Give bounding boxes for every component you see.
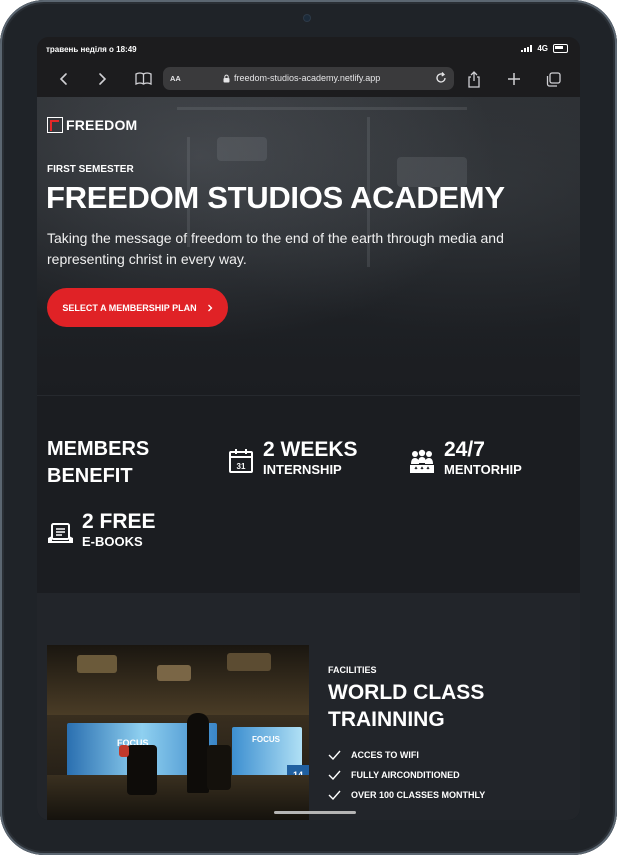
url-display[interactable]: freedom-studios-academy.netlify.app [223,73,380,83]
benefits-heading-line: MEMBERS [47,438,150,460]
front-camera [304,15,310,21]
browser-toolbar: AA freedom-studios-academy.netlify.app [37,61,580,97]
network-label: 4G [537,44,548,53]
benefit-label: INTERNSHIP [263,462,342,477]
battery-icon [553,44,568,53]
address-bar[interactable]: AA freedom-studios-academy.netlify.app [163,67,454,90]
signal-icon [521,45,533,52]
benefit-value: 2 FREE [82,510,156,533]
book-icon[interactable] [132,68,154,90]
benefits-heading-line: BENEFIT [47,465,133,487]
hero-section: FREEDOM FIRST SEMESTER FREEDOM STUDIOS A… [37,97,580,395]
select-membership-button[interactable]: SELECT A MEMBERSHIP PLAN [47,288,228,327]
facilities-section: FOCUS FOCUS 14 FACILITIES WORLD CLASS TR… [37,593,580,820]
studio-rig-bar [177,107,467,110]
hero-subtitle: Taking the message of freedom to the end… [47,230,504,267]
home-indicator[interactable] [274,811,356,814]
calendar-icon: 31 [229,449,253,473]
hero-title: FREEDOM STUDIOS ACADEMY [46,180,505,215]
logo-mark-icon [47,117,63,133]
benefit-label: MENTORHIP [444,462,522,477]
benefit-internship: 31 2 WEEKS INTERNSHIP [228,438,358,478]
check-icon [328,750,341,760]
screen-text: FOCUS [252,735,280,744]
reload-icon[interactable] [434,71,448,87]
plus-icon[interactable] [503,68,525,90]
tablet-frame: травень неділя о 18:49 4G AA freedom-stu… [0,0,617,855]
benefit-value: 2 WEEKS [263,438,358,461]
benefit-value: 24/7 [444,438,485,461]
benefits-heading: MEMBERS BENEFIT [47,436,149,490]
cta-label: SELECT A MEMBERSHIP PLAN [62,302,197,313]
facilities-title: WORLD CLASS TRAINNING [328,681,485,731]
lock-icon [223,74,230,82]
chevron-right-icon [207,304,213,311]
feature-label: OVER 100 CLASSES MONTHLY [351,790,486,800]
list-item: OVER 100 CLASSES MONTHLY [328,785,485,805]
facilities-feature-list: ACCES TO WIFI FULLY AIRCONDITIONED OVER … [328,745,485,805]
benefit-ebooks: 2 FREE E-BOOKS [47,510,156,550]
url-text: freedom-studios-academy.netlify.app [234,73,381,83]
people-icon [410,449,434,473]
status-time: травень неділя о 18:49 [46,45,137,54]
ebook-icon [48,523,73,543]
chevron-left-icon[interactable] [53,68,75,90]
share-icon[interactable] [463,68,485,90]
members-benefit-section: MEMBERS BENEFIT 31 2 WEEKS INTERNSHIP 24… [37,395,580,594]
studio-photo: FOCUS FOCUS 14 [47,645,309,820]
benefit-mentorship: 24/7 MENTORHIP [409,438,522,478]
list-item: ACCES TO WIFI [328,745,485,765]
site-logo[interactable]: FREEDOM [47,117,137,133]
chevron-right-icon[interactable] [91,68,113,90]
hero-eyebrow: FIRST SEMESTER [47,164,134,175]
feature-label: ACCES TO WIFI [351,750,419,760]
studio-light [217,137,267,161]
svg-text:31: 31 [237,462,246,471]
benefit-label: E-BOOKS [82,534,143,549]
status-indicators: 4G [521,44,568,53]
status-bar: травень неділя о 18:49 4G [37,37,580,61]
reader-aa-button[interactable]: AA [170,74,181,83]
tabs-icon[interactable] [542,68,564,90]
facilities-eyebrow: FACILITIES [328,665,377,675]
list-item: FULLY AIRCONDITIONED [328,765,485,785]
check-icon [328,770,341,780]
feature-label: FULLY AIRCONDITIONED [351,770,460,780]
logo-text: FREEDOM [66,117,138,133]
check-icon [328,790,341,800]
screen: травень неділя о 18:49 4G AA freedom-stu… [37,37,580,820]
